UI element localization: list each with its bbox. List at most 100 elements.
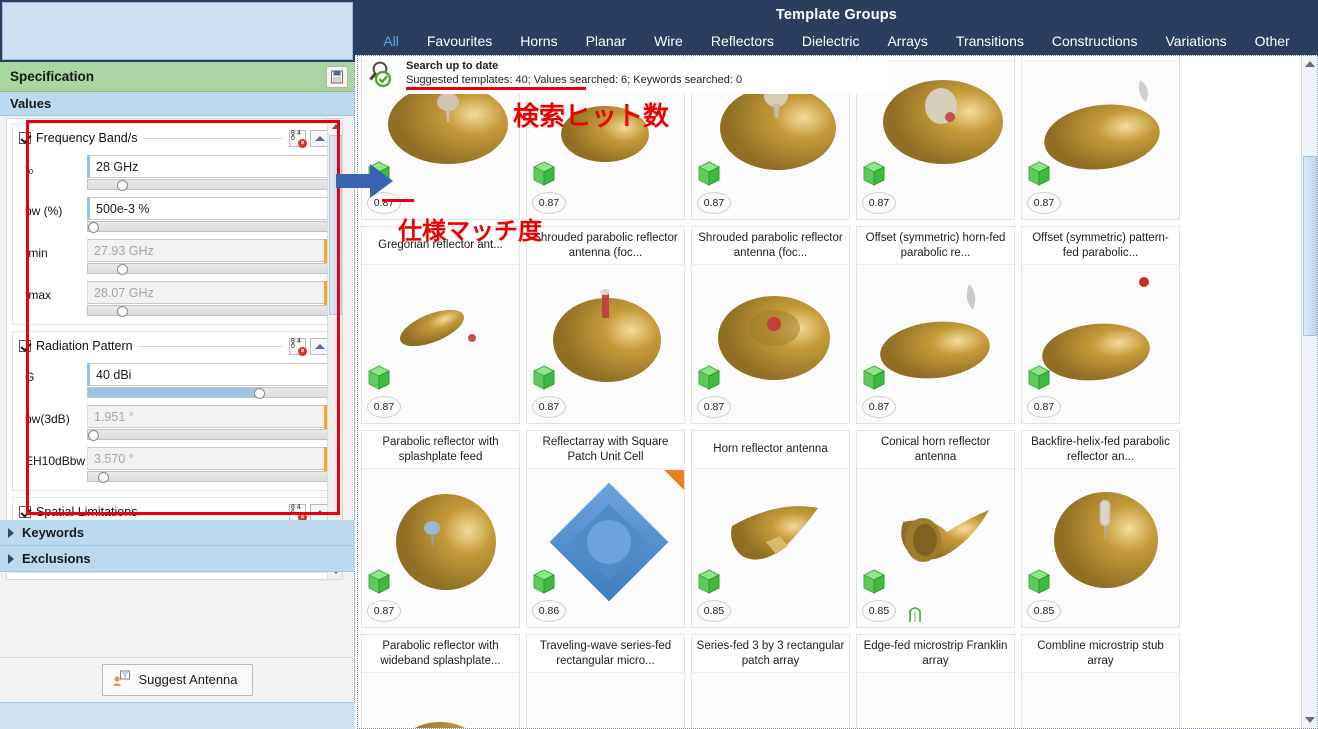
values-label: Values bbox=[10, 96, 51, 111]
spec-field-control: 40 dBi bbox=[87, 363, 330, 398]
green-cube-icon bbox=[698, 161, 720, 187]
values-section-bar: Values bbox=[0, 92, 354, 116]
template-card-grid: 0.870.870.870.870.87Gregorian reflector … bbox=[358, 56, 1301, 728]
green-cube-icon bbox=[863, 365, 885, 391]
template-card[interactable]: Parabolic reflector with splashplate fee… bbox=[361, 430, 520, 628]
slider-knob[interactable] bbox=[117, 264, 128, 275]
annotation-hits-label: 検索ヒット数 bbox=[513, 96, 669, 133]
spec-field-value: 1.951 ° bbox=[94, 410, 134, 424]
spec-field-row: f₀28 GHz bbox=[19, 155, 330, 190]
specification-title: Specification bbox=[10, 69, 94, 84]
spec-field-input[interactable]: 28 GHz bbox=[87, 155, 330, 178]
suggest-antenna-button[interactable]: Suggest Antenna bbox=[102, 664, 252, 696]
results-scroll-up-icon[interactable] bbox=[1302, 56, 1318, 72]
section-keywords[interactable]: Keywords bbox=[0, 520, 355, 546]
spec-field-label: G bbox=[19, 363, 87, 384]
tab-favourites[interactable]: Favourites bbox=[413, 31, 506, 51]
template-card[interactable]: Reflectarray with Square Patch Unit Cell… bbox=[526, 430, 685, 628]
divider bbox=[143, 138, 283, 139]
slider-knob[interactable] bbox=[88, 222, 99, 233]
template-thumbnail bbox=[527, 674, 684, 728]
slider-knob[interactable] bbox=[117, 306, 128, 317]
spec-field-row: EH10dBbw3.570 ° bbox=[19, 447, 330, 482]
green-cube-icon bbox=[698, 569, 720, 595]
tab-horns[interactable]: Horns bbox=[506, 31, 571, 51]
spec-field-input[interactable]: 500e-3 % bbox=[87, 197, 330, 220]
template-card[interactable]: Shrouded parabolic reflector antenna (fo… bbox=[691, 226, 850, 424]
spec-field-row: fmax28.07 GHz bbox=[19, 281, 330, 316]
results-scroll-down-icon[interactable] bbox=[1302, 712, 1318, 728]
spec-group-checkbox[interactable] bbox=[19, 340, 31, 352]
spec-field-input[interactable]: 1.951 ° bbox=[87, 405, 330, 428]
spec-field-input[interactable]: 40 dBi bbox=[87, 363, 330, 386]
match-score-badge: 0.87 bbox=[862, 192, 896, 214]
spec-field-slider[interactable] bbox=[87, 305, 330, 316]
spec-field-slider[interactable] bbox=[87, 387, 330, 398]
spec-field-slider[interactable] bbox=[87, 429, 330, 440]
spec-field-input[interactable]: 27.93 GHz bbox=[87, 239, 330, 262]
template-card[interactable]: Traveling-wave series-fed rectangular mi… bbox=[526, 634, 685, 728]
chevron-right-icon bbox=[8, 528, 14, 538]
spec-field-input[interactable]: 28.07 GHz bbox=[87, 281, 330, 304]
spec-group-header: Radiation Pattern 8 46× bbox=[19, 336, 330, 356]
slider-knob[interactable] bbox=[117, 180, 128, 191]
tab-dielectric[interactable]: Dielectric bbox=[788, 31, 874, 51]
tab-transitions[interactable]: Transitions bbox=[942, 31, 1038, 51]
template-card[interactable]: Gregorian reflector ant...0.87 bbox=[361, 226, 520, 424]
spec-group-title: Radiation Pattern bbox=[36, 339, 133, 353]
template-card-title: Backfire-helix-fed parabolic reflector a… bbox=[1022, 431, 1179, 469]
template-card[interactable]: Horn reflector antenna0.85 bbox=[691, 430, 850, 628]
spec-field-slider[interactable] bbox=[87, 221, 330, 232]
spec-field-control: 27.93 GHz bbox=[87, 239, 330, 274]
template-card[interactable]: Edge-fed microstrip Franklin array bbox=[856, 634, 1015, 728]
tab-wire[interactable]: Wire bbox=[640, 31, 697, 51]
section-exclusions[interactable]: Exclusions bbox=[0, 546, 355, 572]
template-card-title: Series-fed 3 by 3 rectangular patch arra… bbox=[692, 635, 849, 673]
results-scrollbar[interactable] bbox=[1301, 56, 1317, 728]
tab-planar[interactable]: Planar bbox=[572, 31, 640, 51]
template-card[interactable]: Conical horn reflector antenna0.85 bbox=[856, 430, 1015, 628]
spec-field-control: 28.07 GHz bbox=[87, 281, 330, 316]
template-card[interactable]: 0.87 bbox=[1021, 56, 1180, 220]
slider-knob[interactable] bbox=[88, 430, 99, 441]
spec-group-checkbox[interactable] bbox=[19, 506, 31, 518]
template-card[interactable]: Shrouded parabolic reflector antenna (fo… bbox=[526, 226, 685, 424]
tab-variations[interactable]: Variations bbox=[1151, 31, 1240, 51]
spec-field-slider[interactable] bbox=[87, 179, 330, 190]
save-spec-icon[interactable] bbox=[326, 66, 348, 88]
spec-field-slider[interactable] bbox=[87, 263, 330, 274]
numeric-badge-icon[interactable]: 8 46× bbox=[289, 504, 306, 521]
green-cube-icon bbox=[863, 569, 885, 595]
template-card-title: Shrouded parabolic reflector antenna (fo… bbox=[692, 227, 849, 265]
template-card[interactable]: Combline microstrip stub array bbox=[1021, 634, 1180, 728]
template-group-tabs: AllFavouritesHornsPlanarWireReflectorsDi… bbox=[355, 23, 1318, 51]
tab-all[interactable]: All bbox=[369, 31, 413, 51]
spec-field-row: bw(3dB)1.951 ° bbox=[19, 405, 330, 440]
template-card[interactable]: Series-fed 3 by 3 rectangular patch arra… bbox=[691, 634, 850, 728]
suggest-antenna-label: Suggest Antenna bbox=[138, 672, 237, 687]
template-card[interactable]: Offset (symmetric) horn-fed parabolic re… bbox=[856, 226, 1015, 424]
spec-field-slider[interactable] bbox=[87, 471, 330, 482]
tab-reflectors[interactable]: Reflectors bbox=[697, 31, 788, 51]
specification-scroll-area: Frequency Band/s8 46×f₀28 GHzbw (%)500e-… bbox=[6, 118, 343, 580]
tab-arrays[interactable]: Arrays bbox=[873, 31, 941, 51]
slider-knob[interactable] bbox=[254, 388, 265, 399]
spec-field-input[interactable]: 3.570 ° bbox=[87, 447, 330, 470]
template-thumbnail bbox=[692, 674, 849, 728]
tab-constructions[interactable]: Constructions bbox=[1038, 31, 1152, 51]
results-scrollbar-thumb[interactable] bbox=[1303, 156, 1317, 336]
slider-knob[interactable] bbox=[98, 472, 109, 483]
spec-field-value: 3.570 ° bbox=[94, 452, 134, 466]
tab-other[interactable]: Other bbox=[1241, 31, 1304, 51]
template-card[interactable]: Parabolic reflector with wideband splash… bbox=[361, 634, 520, 728]
numeric-badge-icon[interactable]: 8 46× bbox=[289, 338, 306, 355]
spec-field-control: 1.951 ° bbox=[87, 405, 330, 440]
spec-group-header: Frequency Band/s8 46× bbox=[19, 128, 330, 148]
template-card-row: Gregorian reflector ant...0.87Shrouded p… bbox=[358, 223, 1301, 427]
match-score-badge: 0.87 bbox=[697, 396, 731, 418]
template-card[interactable]: Backfire-helix-fed parabolic reflector a… bbox=[1021, 430, 1180, 628]
numeric-badge-icon[interactable]: 8 46× bbox=[289, 130, 306, 147]
scroll-up-icon[interactable] bbox=[328, 119, 343, 134]
template-card[interactable]: Offset (symmetric) pattern-fed parabolic… bbox=[1021, 226, 1180, 424]
spec-group-checkbox[interactable] bbox=[19, 132, 31, 144]
